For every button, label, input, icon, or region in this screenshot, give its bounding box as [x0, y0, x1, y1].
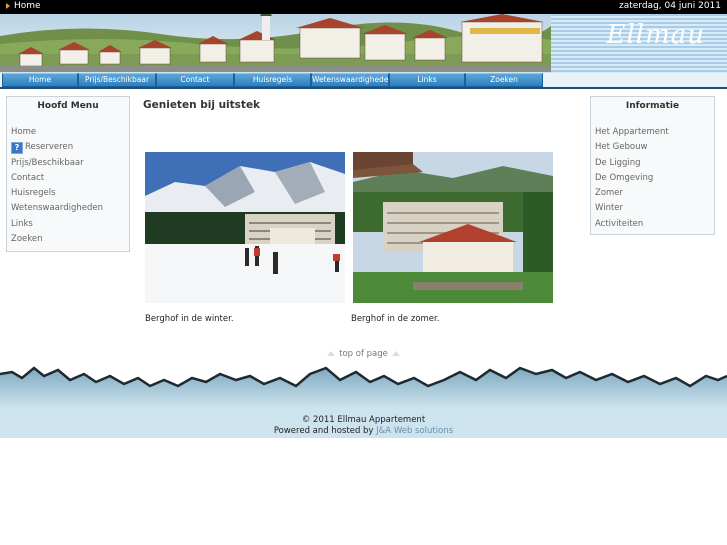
triangle-up-icon	[391, 351, 400, 356]
top-of-page-link[interactable]: top of page	[0, 349, 727, 359]
menu-item-reserveren-label[interactable]: Reserveren	[25, 142, 73, 152]
triangle-up-icon	[327, 351, 336, 356]
top-bar: Home zaterdag, 04 juni 2011	[0, 0, 727, 14]
nav-contact[interactable]: Contact	[156, 73, 234, 87]
summer-caption: Berghof in de zomer.	[351, 314, 440, 324]
summer-photo	[353, 152, 553, 303]
nav-huisregels[interactable]: Huisregels	[234, 73, 311, 87]
nav-divider	[0, 87, 727, 89]
top-of-page-label[interactable]: top of page	[339, 349, 388, 359]
nav-wetenswaardigheden[interactable]: Wetenswaardigheden	[311, 73, 393, 87]
copyright: © 2011 Ellmau Appartement	[301, 415, 426, 425]
info-menu-title: Informatie	[625, 101, 680, 111]
info-menu-box: Informatie Het Appartement Het Gebouw De…	[590, 96, 715, 235]
nav-prijs-beschikbaar[interactable]: Prijs/Beschikbaar	[78, 73, 156, 87]
footer: © 2011 Ellmau Appartement Powered and ho…	[0, 408, 727, 438]
main-navigation: Home Prijs/Beschikbaar Contact Huisregel…	[0, 73, 727, 87]
menu-item-contact[interactable]: Contact	[11, 171, 103, 186]
winter-caption: Berghof in de winter.	[145, 314, 234, 324]
info-item-zomer[interactable]: Zomer	[595, 186, 669, 201]
info-item-gebouw[interactable]: Het Gebouw	[595, 140, 669, 155]
breadcrumb-home[interactable]: Home	[14, 1, 41, 11]
site-logo[interactable]: Ellmau	[606, 20, 705, 50]
menu-item-prijs-beschikbaar[interactable]: Prijs/Beschikbaar	[11, 156, 103, 171]
mountain-silhouette	[0, 366, 727, 408]
current-date: zaterdag, 04 juni 2011	[619, 1, 721, 11]
menu-item-links[interactable]: Links	[11, 217, 103, 232]
info-item-omgeving[interactable]: De Omgeving	[595, 171, 669, 186]
main-menu-box: Hoofd Menu Home ? Reserveren Prijs/Beschi…	[6, 96, 130, 252]
menu-item-zoeken[interactable]: Zoeken	[11, 232, 103, 247]
header-banner: Ellmau	[0, 14, 727, 73]
info-item-activiteiten[interactable]: Activiteiten	[595, 217, 669, 232]
arrow-right-icon	[6, 2, 10, 9]
menu-item-wetenswaardigheden[interactable]: Wetenswaardigheden	[11, 201, 103, 216]
web-solutions-link[interactable]: J&A Web solutions	[376, 426, 453, 436]
nav-zoeken[interactable]: Zoeken	[465, 73, 543, 87]
nav-links[interactable]: Links	[389, 73, 465, 87]
info-item-ligging[interactable]: De Ligging	[595, 156, 669, 171]
page-title: Genieten bij uitstek	[143, 99, 261, 111]
breadcrumb[interactable]: Home	[6, 1, 41, 11]
main-menu-title: Hoofd Menu	[37, 101, 99, 111]
nav-home[interactable]: Home	[2, 73, 78, 87]
powered-by: Powered and hosted by J&A Web solutions	[0, 426, 727, 436]
menu-item-huisregels[interactable]: Huisregels	[11, 186, 103, 201]
powered-by-label: Powered and hosted by	[273, 426, 374, 436]
info-item-appartement[interactable]: Het Appartement	[595, 125, 669, 140]
menu-item-home[interactable]: Home	[11, 125, 103, 140]
menu-item-reserveren[interactable]: ? Reserveren	[11, 140, 103, 155]
winter-photo	[145, 152, 345, 303]
help-icon: ?	[11, 142, 23, 155]
village-banner-photo	[0, 14, 551, 72]
info-item-winter[interactable]: Winter	[595, 201, 669, 216]
